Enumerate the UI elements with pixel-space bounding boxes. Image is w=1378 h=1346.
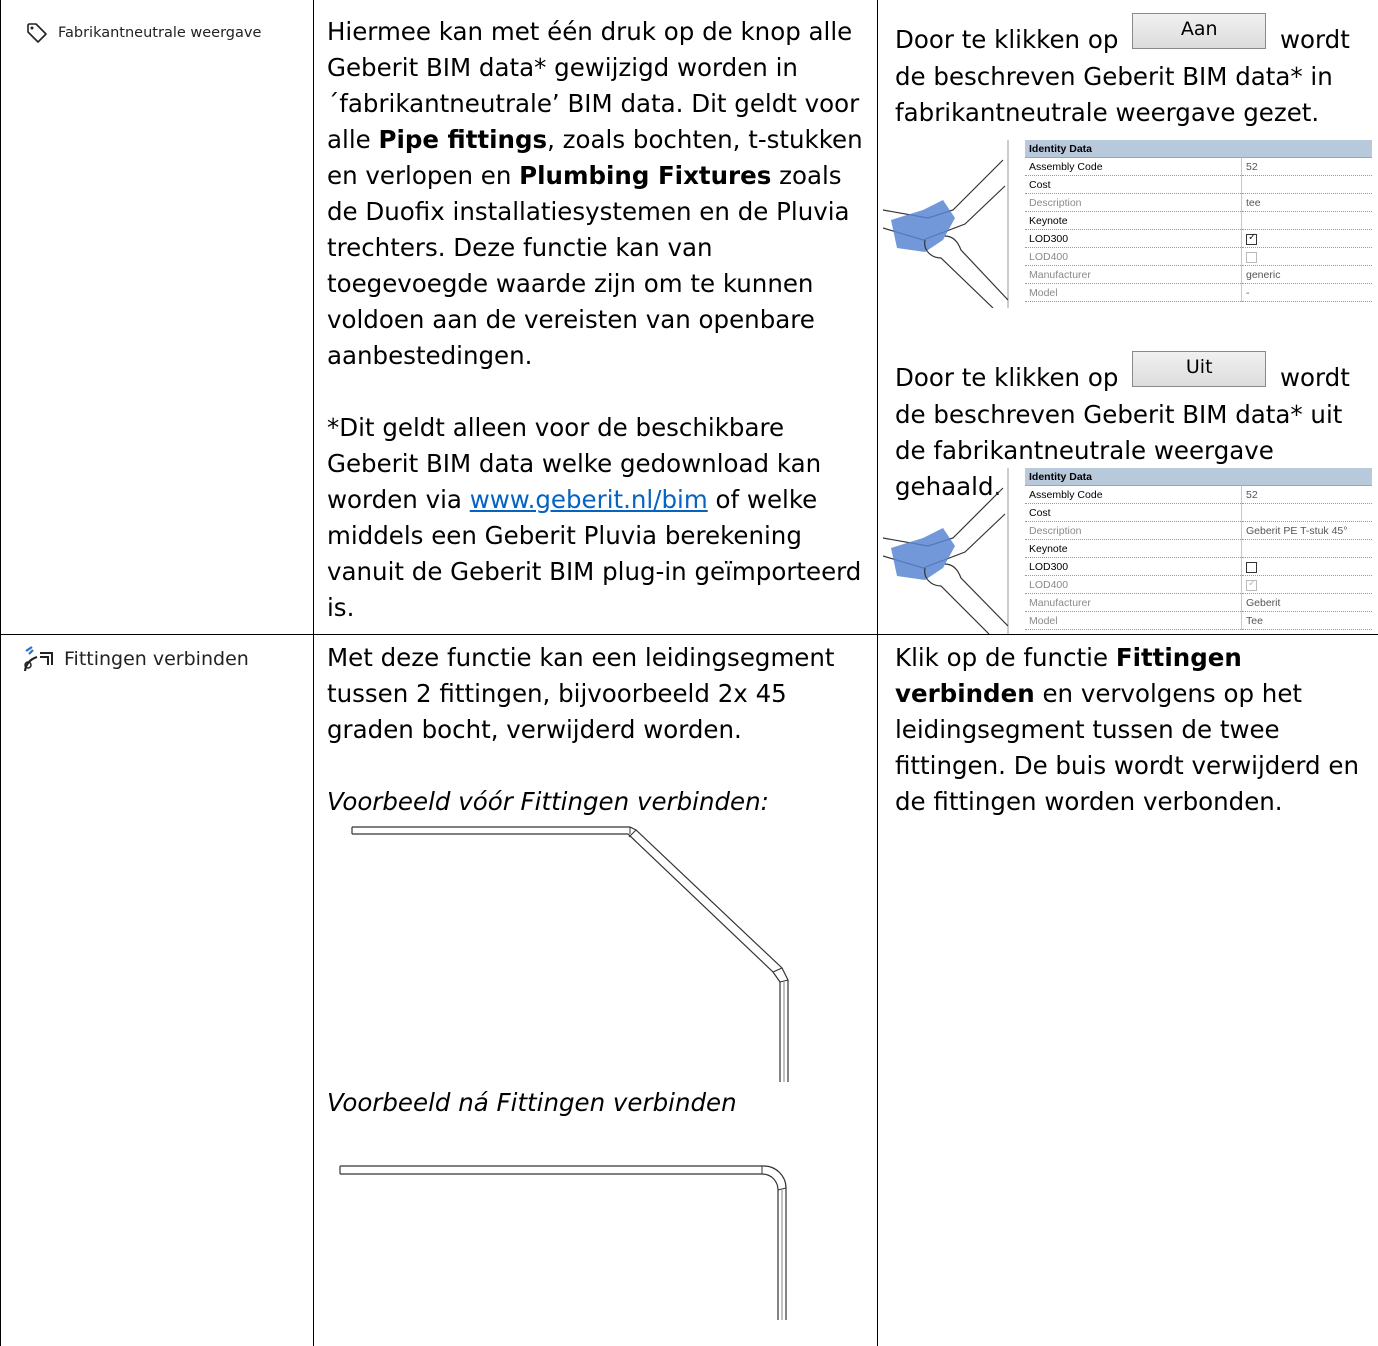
identity-data-grid: Identity Data Assembly Code 52 Cost Descr… <box>1025 140 1372 302</box>
grid-key: Manufacturer <box>1025 265 1242 284</box>
grid-key: LOD400 <box>1025 575 1242 594</box>
instruction-table: Fabrikantneutrale weergave Hiermee kan m… <box>0 0 1378 1346</box>
grid-value: Tee <box>1241 611 1372 630</box>
row-divider <box>0 634 1378 635</box>
tag-icon <box>27 23 47 43</box>
grid-value <box>1241 539 1372 558</box>
grid-key: Description <box>1025 521 1242 540</box>
grid-value: Geberit PE T-stuk 45° <box>1241 521 1372 540</box>
grid-key: Model <box>1025 611 1242 630</box>
grid-key: Model <box>1025 283 1242 302</box>
lod400-checkbox[interactable] <box>1246 251 1257 263</box>
grid-key: Assembly Code <box>1025 485 1242 504</box>
identity-data-grid: Identity Data Assembly Code 52 Cost Descr… <box>1025 468 1372 630</box>
fittingen-verbinden-button[interactable]: Fittingen verbinden <box>22 645 249 673</box>
grid-key: Description <box>1025 193 1242 212</box>
grid-key: LOD300 <box>1025 229 1242 248</box>
grid-key: Cost <box>1025 503 1242 522</box>
pipe-tee-illustration <box>883 140 1009 308</box>
grid-value <box>1241 175 1372 194</box>
grid-value: generic <box>1241 265 1372 284</box>
lod300-checkbox[interactable] <box>1246 561 1257 573</box>
grid-value: ✓ <box>1241 575 1372 594</box>
description-text: Met deze functie kan een leidingsegment … <box>327 643 835 744</box>
grid-key: Keynote <box>1025 539 1242 558</box>
lod300-checkbox[interactable]: ✓ <box>1246 232 1257 245</box>
description-cell: Hiermee kan met één druk op de knop alle… <box>327 14 867 626</box>
grid-value: ✓ <box>1241 229 1372 248</box>
grid-value <box>1241 247 1372 266</box>
grid-header: Identity Data <box>1025 468 1372 486</box>
plumbing-fixtures-term: Plumbing Fixtures <box>519 161 772 190</box>
grid-value <box>1241 503 1372 522</box>
grid-key: Manufacturer <box>1025 593 1242 612</box>
table-divider-2 <box>877 0 878 1346</box>
grid-value: Geberit <box>1241 593 1372 612</box>
grid-value: - <box>1241 283 1372 302</box>
aan-button[interactable]: Aan <box>1132 13 1267 49</box>
instruction-text: Klik op de functie <box>895 643 1116 672</box>
grid-key: Keynote <box>1025 211 1242 230</box>
uit-button[interactable]: Uit <box>1132 351 1267 387</box>
grid-key: Cost <box>1025 175 1242 194</box>
properties-figure-off: Identity Data Assembly Code 52 Cost Descr… <box>883 468 1378 634</box>
example-after-caption: Voorbeeld ná Fittingen verbinden <box>327 1088 737 1117</box>
pipe-connect-icon <box>23 646 53 672</box>
geberit-bim-link[interactable]: www.geberit.nl/bim <box>470 485 708 514</box>
description-text: zoals de Duofix installatiesystemen en d… <box>327 161 850 370</box>
grid-key: LOD400 <box>1025 247 1242 266</box>
table-border-left <box>0 0 1 1346</box>
example-before-caption: Voorbeeld vóór Fittingen verbinden: <box>327 787 769 816</box>
pipe-after-illustration <box>339 1165 787 1320</box>
example-after-caption-cell: Voorbeeld ná Fittingen verbinden <box>327 1085 867 1121</box>
instruction-text: Door te klikken op <box>895 25 1119 54</box>
description-paragraph: Hiermee kan met één druk op de knop alle… <box>327 14 867 374</box>
pipe-tee-illustration <box>883 468 1009 634</box>
instruction-on: Door te klikken op Aan wordt de beschrev… <box>895 13 1375 131</box>
instruction-text: Door te klikken op <box>895 363 1119 392</box>
tool-label: Fittingen verbinden <box>64 648 249 670</box>
grid-value <box>1241 211 1372 230</box>
pipe-before-illustration <box>351 826 789 1082</box>
tool-label: Fabrikantneutrale weergave <box>58 25 262 41</box>
grid-header: Identity Data <box>1025 140 1372 158</box>
properties-figure-on: Identity Data Assembly Code 52 Cost Descr… <box>883 140 1378 308</box>
lod400-checkbox[interactable]: ✓ <box>1246 578 1257 591</box>
table-divider-1 <box>313 0 314 1346</box>
grid-key: Assembly Code <box>1025 157 1242 176</box>
grid-value <box>1241 557 1372 576</box>
instruction-cell: Klik op de functie Fittingen verbinden e… <box>895 640 1373 820</box>
grid-key: LOD300 <box>1025 557 1242 576</box>
pipe-fittings-term: Pipe fittings <box>378 125 548 154</box>
fabrikantneutrale-weergave-button[interactable]: Fabrikantneutrale weergave <box>26 22 261 44</box>
grid-value: 52 <box>1241 485 1372 504</box>
grid-value: 52 <box>1241 157 1372 176</box>
description-cell: Met deze functie kan een leidingsegment … <box>327 640 867 820</box>
grid-value: tee <box>1241 193 1372 212</box>
footnote-paragraph: *Dit geldt alleen voor de beschikbare Ge… <box>327 410 867 626</box>
